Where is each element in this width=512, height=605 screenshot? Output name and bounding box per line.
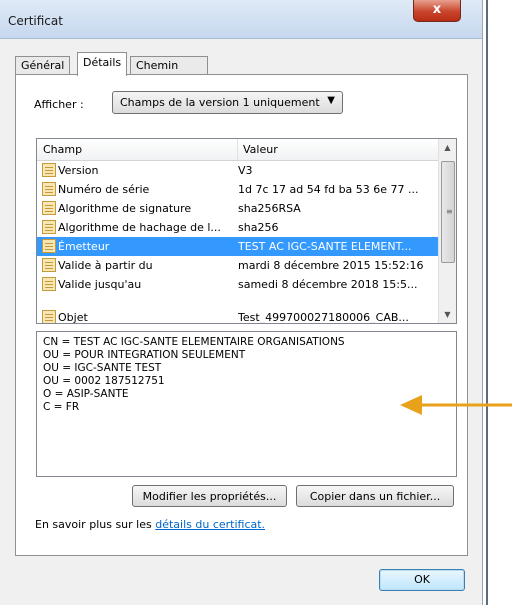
- list-item[interactable]: Version V3: [37, 161, 439, 180]
- field-value: V3: [238, 164, 253, 177]
- field-detail-box[interactable]: CN = TEST AC IGC-SANTE ELEMENTAIRE ORGAN…: [36, 331, 457, 477]
- edit-properties-button[interactable]: Modifier les propriétés...: [132, 485, 287, 507]
- copy-to-file-button[interactable]: Copier dans un fichier...: [296, 485, 454, 507]
- annotation-arrow-icon: [400, 395, 512, 415]
- list-scrollbar[interactable]: ▲ ≡ ▼: [438, 139, 456, 323]
- column-divider[interactable]: [237, 139, 238, 160]
- certificate-field-icon: [42, 201, 56, 215]
- field-name: Valide jusqu'au: [58, 278, 142, 291]
- field-value: samedi 8 décembre 2018 15:5...: [238, 278, 418, 291]
- learn-more-prefix: En savoir plus sur les: [35, 518, 156, 531]
- list-item[interactable]: Algorithme de signature sha256RSA: [37, 199, 439, 218]
- show-label: Afficher :: [34, 98, 84, 111]
- field-value: sha256: [238, 221, 279, 234]
- certificate-field-icon: [42, 277, 56, 291]
- window-title: Certificat: [8, 14, 63, 28]
- detail-line: CN = TEST AC IGC-SANTE ELEMENTAIRE ORGAN…: [43, 336, 345, 348]
- detail-line: OU = 0002 187512751: [43, 375, 165, 387]
- window-border: [486, 0, 488, 605]
- scroll-thumb[interactable]: ≡: [441, 161, 455, 263]
- close-button[interactable]: x: [413, 0, 461, 22]
- certificate-field-icon: [42, 310, 56, 323]
- column-header-value[interactable]: Valeur: [243, 143, 278, 156]
- field-value: mardi 8 décembre 2015 15:52:16: [238, 259, 424, 272]
- certificate-details-link[interactable]: détails du certificat.: [155, 518, 265, 531]
- field-name: Objet: [58, 311, 88, 324]
- list-header: Champ Valeur: [37, 139, 439, 161]
- field-name: Valide à partir du: [58, 259, 153, 272]
- list-item[interactable]: Valide jusqu'au samedi 8 décembre 2018 1…: [37, 275, 439, 294]
- field-name: Émetteur: [58, 240, 110, 253]
- tab-certification-path[interactable]: Chemin d'accès de certification: [130, 56, 208, 108]
- detail-line: C = FR: [43, 401, 80, 413]
- certificate-field-icon: [42, 220, 56, 234]
- list-item[interactable]: Objet Test_499700027180006_CAB...: [37, 308, 439, 324]
- chevron-down-icon: ▼: [327, 95, 335, 106]
- detail-line: O = ASIP-SANTE: [43, 388, 129, 400]
- field-value: TEST AC IGC-SANTE ELEMENT...: [238, 240, 412, 253]
- learn-more-text: En savoir plus sur les détails du certif…: [35, 518, 265, 531]
- list-item[interactable]: Numéro de série 1d 7c 17 ad 54 fd ba 53 …: [37, 180, 439, 199]
- column-header-field[interactable]: Champ: [43, 143, 82, 156]
- field-name: Version: [58, 164, 99, 177]
- list-item[interactable]: Valide à partir du mardi 8 décembre 2015…: [37, 256, 439, 275]
- field-value: sha256RSA: [238, 202, 301, 215]
- details-panel: Afficher : Champs de la version 1 unique…: [15, 74, 468, 556]
- fields-list[interactable]: Champ Valeur Version V3 Numéro de série …: [36, 138, 457, 324]
- detail-line: OU = POUR INTEGRATION SEULEMENT: [43, 349, 246, 361]
- scroll-up-icon[interactable]: ▲: [439, 139, 456, 156]
- field-name: Algorithme de signature: [58, 202, 192, 215]
- certificate-field-icon: [42, 258, 56, 272]
- field-value: 1d 7c 17 ad 54 fd ba 53 6e 77 ...: [238, 183, 419, 196]
- ok-button[interactable]: OK: [379, 569, 465, 591]
- tab-general[interactable]: Général: [15, 56, 71, 75]
- list-item[interactable]: Algorithme de hachage de l... sha256: [37, 218, 439, 237]
- certificate-dialog: Certificat x Général Détails Chemin d'ac…: [0, 0, 483, 605]
- certificate-field-icon: [42, 239, 56, 253]
- list-item-selected[interactable]: Émetteur TEST AC IGC-SANTE ELEMENT...: [37, 237, 439, 256]
- field-name: Numéro de série: [58, 183, 150, 196]
- scroll-down-icon[interactable]: ▼: [439, 306, 456, 323]
- show-dropdown[interactable]: Champs de la version 1 uniquement ▼: [112, 91, 343, 114]
- field-name: Algorithme de hachage de l...: [58, 221, 221, 234]
- title-bar: Certificat x: [0, 0, 482, 39]
- show-dropdown-value: Champs de la version 1 uniquement: [120, 96, 320, 109]
- certificate-field-icon: [42, 163, 56, 177]
- field-value: Test_499700027180006_CAB...: [238, 311, 409, 324]
- tab-details[interactable]: Détails: [77, 52, 128, 76]
- grip-icon: ≡: [446, 207, 453, 216]
- detail-line: OU = IGC-SANTE TEST: [43, 362, 162, 374]
- certificate-field-icon: [42, 182, 56, 196]
